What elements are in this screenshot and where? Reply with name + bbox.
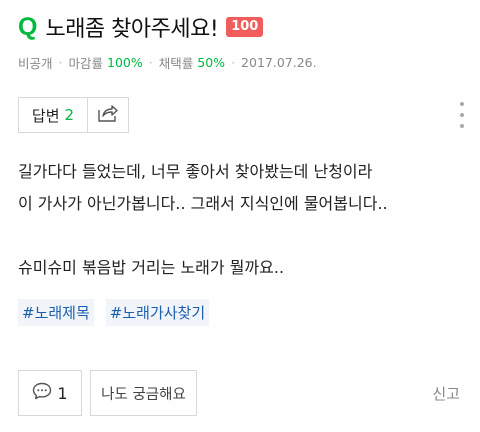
me-too-curious-button[interactable]: 나도 궁금해요 bbox=[90, 370, 197, 416]
question-footer: 1 나도 궁금해요 신고 bbox=[18, 370, 462, 416]
tag-song-title[interactable]: #노래제목 bbox=[18, 299, 94, 326]
points-badge: 100 bbox=[226, 17, 264, 37]
body-line: 이 가사가 아닌가봅니다.. 그래서 지식인에 물어봅니다.. bbox=[18, 194, 388, 213]
answer-toolbar: 답변 2 bbox=[18, 97, 129, 133]
share-button[interactable] bbox=[88, 98, 128, 132]
meta-separator: · bbox=[148, 54, 153, 70]
question-body: 길가다다 들었는데, 너무 좋아서 찾아봤는데 난청이라 이 가사가 아닌가봅니… bbox=[18, 156, 462, 284]
comment-icon bbox=[32, 382, 57, 404]
tag-list: #노래제목 #노래가사찾기 bbox=[18, 299, 221, 326]
adoption-rate-label: 채택률 bbox=[158, 55, 194, 71]
adoption-rate-value: 50% bbox=[197, 54, 226, 70]
tag-find-lyrics[interactable]: #노래가사찾기 bbox=[105, 299, 210, 326]
answers-count: 2 bbox=[64, 106, 75, 124]
answers-label: 답변 bbox=[31, 106, 60, 125]
meta-separator: · bbox=[231, 54, 236, 70]
question-title-row: Q 노래좀 찾아주세요! 100 bbox=[18, 12, 462, 42]
meta-separator: · bbox=[58, 54, 63, 70]
deadline-rate-value: 100% bbox=[107, 54, 143, 70]
deadline-rate-label: 마감률 bbox=[68, 55, 104, 71]
question-meta: 비공개 · 마감률 100% · 채택률 50% · 2017.07.26. bbox=[18, 52, 462, 72]
report-link[interactable]: 신고 bbox=[432, 383, 460, 404]
question-title: 노래좀 찾아주세요! bbox=[45, 17, 219, 42]
comment-count: 1 bbox=[57, 383, 68, 403]
body-line: 길가다다 들었는데, 너무 좋아서 찾아봤는데 난청이라 bbox=[18, 162, 373, 181]
more-options-icon[interactable] bbox=[459, 102, 465, 128]
question-date: 2017.07.26. bbox=[241, 54, 317, 70]
answers-button[interactable]: 답변 2 bbox=[19, 98, 88, 132]
visibility-label: 비공개 bbox=[18, 55, 53, 71]
share-icon bbox=[98, 104, 118, 126]
body-line: 슈미슈미 볶음밥 거리는 노래가 뭘까요.. bbox=[18, 258, 285, 277]
question-q-icon: Q bbox=[18, 12, 38, 41]
comment-button[interactable]: 1 bbox=[18, 370, 82, 416]
